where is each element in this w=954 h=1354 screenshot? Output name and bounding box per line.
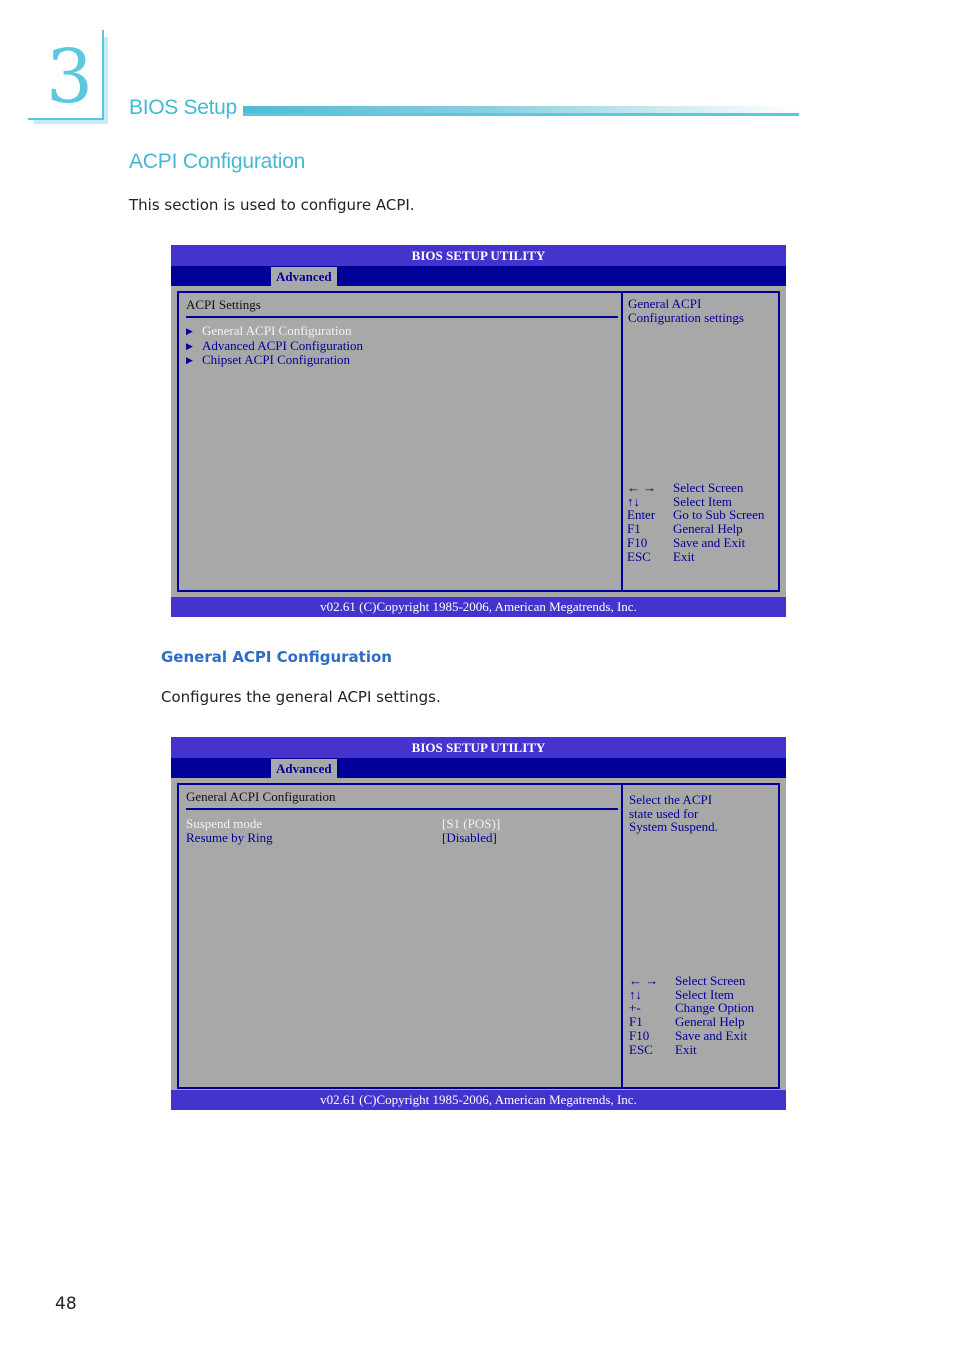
- key-name: ↑↓: [629, 986, 642, 1002]
- key-name: +-: [629, 1000, 641, 1016]
- panel-heading: ACPI Settings: [186, 297, 261, 312]
- key-row: ESC Exit: [629, 1041, 754, 1057]
- section-title: ACPI Configuration: [129, 150, 306, 173]
- bios-help-panel: General ACPI Configuration settings ← → S…: [621, 291, 780, 592]
- help-line: System Suspend.: [629, 819, 718, 835]
- setting-value[interactable]: [S1 (POS)]: [442, 817, 500, 831]
- key-name: F1: [629, 1014, 643, 1030]
- submenu-arrow-icon: ▶: [186, 355, 193, 366]
- subsection-title: General ACPI Configuration: [161, 648, 392, 666]
- key-row: F10 Save and Exit: [629, 1027, 754, 1043]
- key-row: ← → Select Screen: [627, 481, 764, 495]
- setting-value[interactable]: [Disabled]: [442, 831, 497, 845]
- help-line: Select the ACPI: [629, 792, 713, 807]
- submenu-item-label: Advanced ACPI Configuration: [202, 337, 364, 353]
- submenu-item-advanced-acpi[interactable]: ▶ Advanced ACPI Configuration: [186, 337, 364, 354]
- key-row: ESC Exit: [627, 548, 764, 564]
- bios-body: General ACPI Configuration Suspend mode …: [171, 778, 786, 1090]
- chapter-number: 3: [46, 34, 94, 120]
- key-row: +- Change Option: [629, 1001, 754, 1015]
- key-action: Exit: [673, 548, 695, 564]
- panel-heading: General ACPI Configuration: [186, 789, 336, 804]
- key-row: F10 Save and Exit: [627, 534, 764, 550]
- setting-name: Suspend mode: [186, 816, 263, 831]
- panel-divider: [186, 316, 618, 318]
- bios-tab-bar: Advanced: [171, 266, 786, 286]
- help-text: General ACPI Configuration settings: [628, 297, 744, 324]
- panel-divider: [186, 808, 618, 810]
- help-line: state used for: [629, 805, 699, 821]
- bios-body: ACPI Settings ▶ General ACPI Configuratio…: [171, 286, 786, 597]
- bios-help-panel: Select the ACPI state used for System Su…: [621, 783, 780, 1089]
- bios-screen-general-acpi: BIOS SETUP UTILITY Advanced General ACPI…: [171, 737, 786, 1110]
- key-row: F1 General Help: [629, 1015, 754, 1029]
- subsection-intro: Configures the general ACPI settings.: [161, 688, 441, 706]
- bios-main-panel: General ACPI Configuration Suspend mode …: [177, 783, 623, 1089]
- help-line: Configuration settings: [628, 309, 744, 325]
- key-legend: ← → Select Screen ↑↓ Select Item +- Change …: [629, 974, 754, 1056]
- key-name: Enter: [627, 507, 656, 523]
- setting-name: Resume by Ring: [186, 830, 273, 845]
- chapter-title-bar-line: [243, 113, 799, 116]
- bios-title-bar: BIOS SETUP UTILITY: [171, 737, 786, 758]
- submenu-arrow-icon: ▶: [186, 340, 193, 351]
- key-name: ↑↓: [627, 493, 640, 509]
- key-row: F1 General Help: [627, 522, 764, 536]
- chapter-title: BIOS Setup: [129, 96, 237, 119]
- key-row: ↑↓ Select Item: [629, 986, 754, 1002]
- key-name: ← →: [627, 480, 657, 495]
- bios-main-panel: ACPI Settings ▶ General ACPI Configuratio…: [177, 291, 623, 592]
- submenu-item-chipset-acpi[interactable]: ▶ Chipset ACPI Configuration: [186, 353, 363, 368]
- tab-advanced[interactable]: Advanced: [271, 267, 337, 286]
- help-line: General ACPI: [628, 296, 702, 311]
- submenu-item-label: General ACPI Configuration: [202, 323, 352, 338]
- key-name: ESC: [627, 548, 651, 564]
- help-text: Select the ACPI state used for System Su…: [629, 793, 718, 834]
- key-name: F10: [629, 1027, 650, 1043]
- key-row: ↑↓ Select Item: [627, 493, 764, 509]
- bios-copyright-footer: v02.61 (C)Copyright 1985-2006, American …: [171, 1090, 786, 1110]
- submenu-arrow-icon: ▶: [186, 326, 193, 336]
- submenu-list: ▶ General ACPI Configuration ▶ Advanced AC…: [186, 324, 363, 368]
- submenu-item-label: Chipset ACPI Configuration: [202, 352, 351, 368]
- section-intro: This section is used to configure ACPI.: [129, 196, 415, 214]
- key-name: ESC: [629, 1041, 653, 1057]
- tab-advanced[interactable]: Advanced: [271, 759, 337, 778]
- page-number: 48: [55, 1294, 77, 1314]
- key-name: ← →: [629, 973, 659, 988]
- bios-tab-bar: Advanced: [171, 758, 786, 778]
- bios-title-bar: BIOS SETUP UTILITY: [171, 245, 786, 266]
- key-name: F1: [627, 521, 641, 537]
- bios-copyright-footer: v02.61 (C)Copyright 1985-2006, American …: [171, 597, 786, 617]
- submenu-item-general-acpi[interactable]: ▶ General ACPI Configuration: [186, 324, 363, 339]
- key-name: F10: [627, 534, 648, 550]
- key-legend: ← → Select Screen ↑↓ Select Item Enter Go t…: [627, 481, 764, 563]
- key-action: Exit: [675, 1041, 697, 1057]
- key-row: Enter Go to Sub Screen: [627, 508, 764, 522]
- key-row: ← → Select Screen: [629, 974, 754, 988]
- bios-screen-acpi-settings: BIOS SETUP UTILITY Advanced ACPI Setting…: [171, 245, 786, 617]
